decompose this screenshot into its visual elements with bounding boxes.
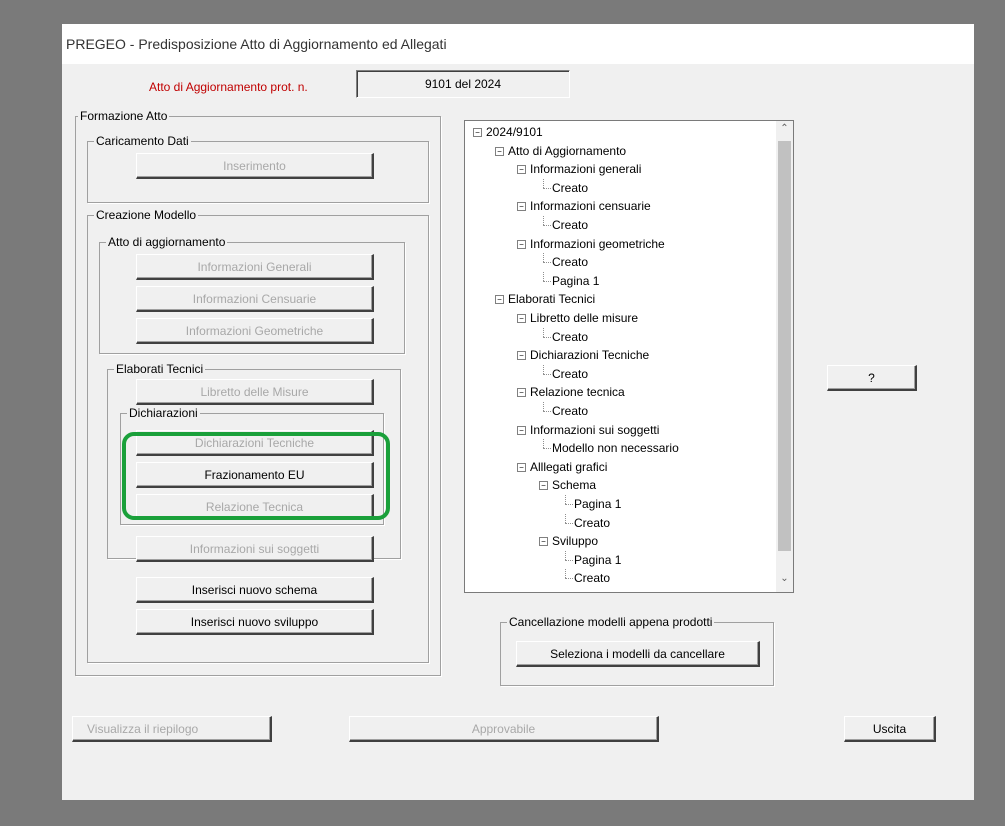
tree-node[interactable]: Informazioni geometriche (530, 235, 665, 253)
tree-connector (565, 550, 566, 560)
dichiarazioni-tecniche-button[interactable]: Dichiarazioni Tecniche (136, 430, 374, 456)
tree-node[interactable]: Informazioni generali (530, 160, 641, 178)
informazioni-geometriche-button[interactable]: Informazioni Geometriche (136, 318, 374, 344)
caricamento-label: Caricamento Dati (94, 134, 191, 148)
tree-node[interactable]: Creato (574, 514, 610, 532)
elaborati-tecnici-label: Elaborati Tecnici (114, 362, 206, 376)
tree-view[interactable]: −2024/9101− Atto di Aggiornamento − Informa… (464, 120, 794, 593)
tree-connector (543, 411, 551, 412)
relazione-tecnica-button[interactable]: Relazione Tecnica (136, 494, 374, 520)
tree-node[interactable]: Pagina 1 (552, 272, 599, 290)
chevron-up-icon[interactable]: ⌃ (776, 123, 793, 134)
chevron-down-icon[interactable]: ⌄ (776, 573, 793, 584)
riepilogo-button[interactable]: Visualizza il riepilogo (72, 716, 272, 742)
seleziona-modelli-button[interactable]: Seleziona i modelli da cancellare (516, 641, 760, 667)
tree-node[interactable]: 2024/9101 (486, 123, 543, 141)
tree-node[interactable]: Informazioni sui soggetti (530, 421, 659, 439)
tree-node[interactable]: Alllegati grafici (530, 458, 607, 476)
tree-node[interactable]: Creato (552, 328, 588, 346)
tree-connector (543, 280, 551, 282)
expander-minus-icon[interactable]: − (539, 481, 548, 491)
tree-connector (565, 495, 566, 504)
tree-connector (543, 439, 544, 449)
expander-minus-icon[interactable]: − (517, 425, 526, 435)
informazioni-censuarie-button[interactable]: Informazioni Censuarie (136, 286, 374, 312)
informazioni-generali-button[interactable]: Informazioni Generali (136, 254, 374, 280)
tree-connector (543, 271, 544, 281)
tree-node[interactable]: Informazioni censuarie (530, 197, 651, 215)
tree-node[interactable]: Creato (552, 365, 588, 383)
tree-connector (543, 178, 544, 188)
expander-minus-icon[interactable]: − (495, 295, 504, 305)
tree-node[interactable]: Elaborati Tecnici (508, 290, 595, 308)
help-button[interactable]: ? (827, 365, 917, 391)
tree-connector (565, 504, 573, 505)
expander-minus-icon[interactable]: − (517, 314, 526, 323)
tree-node[interactable]: Atto di Aggiornamento (508, 142, 626, 160)
expander-minus-icon[interactable]: − (517, 462, 526, 472)
tree-connector (543, 402, 544, 411)
atto-aggiornamento-label: Atto di aggiornamento (106, 235, 228, 249)
tree-node[interactable]: Pagina 1 (574, 495, 621, 513)
prot-field: 9101 del 2024 (356, 70, 570, 98)
tree-connector (543, 187, 551, 189)
frazionamento-eu-button[interactable]: Frazionamento EU (136, 462, 374, 488)
tree-connector (543, 225, 551, 226)
tree-connector (565, 569, 566, 579)
tree-connector (543, 373, 551, 375)
nuovo-schema-button[interactable]: Inserisci nuovo schema (136, 577, 374, 603)
libretto-misure-button[interactable]: Libretto delle Misure (136, 379, 374, 405)
tree-connector (543, 216, 544, 225)
tree-connector (565, 522, 573, 524)
formazione-atto-label: Formazione Atto (78, 109, 170, 123)
tree-node[interactable]: Creato (552, 253, 588, 271)
informazioni-soggetti-button[interactable]: Informazioni sui soggetti (136, 536, 374, 562)
tree-node[interactable]: Creato (552, 179, 588, 197)
tree-node[interactable]: Relazione tecnica (530, 383, 625, 401)
expander-minus-icon[interactable]: − (539, 537, 548, 547)
inserimento-button[interactable]: Inserimento (136, 153, 374, 179)
tree-connector (543, 336, 551, 338)
tree-node[interactable]: Pagina 1 (574, 551, 621, 569)
tree-node[interactable]: Creato (552, 402, 588, 420)
tree-node[interactable]: Schema (552, 476, 596, 494)
tree-connector (543, 327, 544, 337)
tree-connector (543, 262, 551, 264)
dichiarazioni-label: Dichiarazioni (127, 406, 200, 420)
tree-node[interactable]: Modello non necessario (552, 439, 679, 457)
tree-connector (565, 513, 566, 523)
expander-minus-icon[interactable]: − (517, 165, 526, 175)
tree-node[interactable]: Creato (574, 569, 610, 587)
expander-minus-icon[interactable]: − (495, 146, 504, 156)
cancellazione-label: Cancellazione modelli appena prodotti (507, 615, 715, 629)
tree-connector (543, 448, 551, 450)
tree-connector (543, 364, 544, 374)
tree-connector (543, 253, 544, 263)
tree-node[interactable]: Libretto delle misure (530, 309, 638, 327)
uscita-button[interactable]: Uscita (844, 716, 936, 742)
expander-minus-icon[interactable]: − (517, 202, 526, 212)
nuovo-sviluppo-button[interactable]: Inserisci nuovo sviluppo (136, 609, 374, 635)
prot-label: Atto di Aggiornamento prot. n. (149, 80, 308, 94)
expander-minus-icon[interactable]: − (517, 351, 526, 361)
window-title: PREGEO - Predisposizione Atto di Aggiorn… (62, 24, 974, 64)
tree-node[interactable]: Sviluppo (552, 532, 598, 550)
tree-node[interactable]: Dichiarazioni Tecniche (530, 346, 649, 364)
expander-minus-icon[interactable]: − (473, 128, 482, 137)
expander-minus-icon[interactable]: − (517, 239, 526, 249)
tree-node[interactable]: Creato (552, 216, 588, 234)
main-window: PREGEO - Predisposizione Atto di Aggiorn… (62, 24, 974, 800)
scrollbar-thumb[interactable] (778, 141, 791, 551)
creazione-modello-label: Creazione Modello (94, 208, 199, 222)
tree-connector (565, 578, 573, 580)
tree-connector (565, 559, 573, 561)
expander-minus-icon[interactable]: − (517, 388, 526, 398)
tree-scrollbar[interactable]: ⌃ ⌄ (776, 121, 793, 592)
approvabile-button[interactable]: Approvabile (349, 716, 659, 742)
